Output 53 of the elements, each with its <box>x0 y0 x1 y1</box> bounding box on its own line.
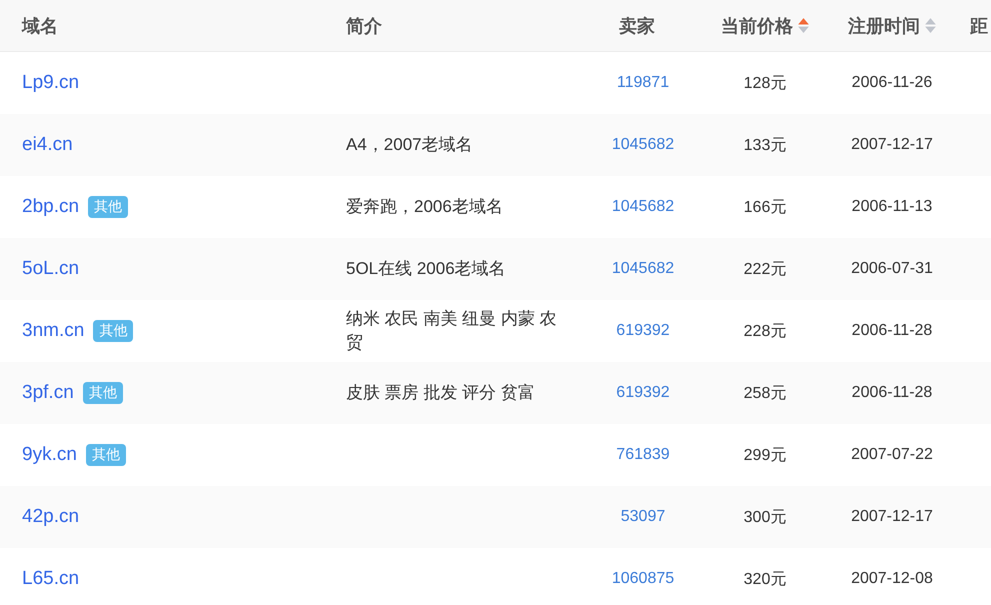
domain-link[interactable]: Lp9.cn <box>22 72 80 94</box>
domain-link[interactable]: 2bp.cn <box>22 196 80 218</box>
seller-link[interactable]: 761839 <box>616 446 670 464</box>
domain-link[interactable]: 5oL.cn <box>22 258 80 280</box>
column-header[interactable]: 当前价格 <box>721 14 793 38</box>
seller-link[interactable]: 1045682 <box>612 136 674 154</box>
seller-link[interactable]: 1060875 <box>612 570 674 588</box>
sort-icon[interactable] <box>798 17 809 34</box>
column-header[interactable]: 距 <box>970 14 988 38</box>
description-text: 爱奔跑，2006老域名 <box>346 196 503 218</box>
description-text: 5OL在线 2006老域名 <box>346 258 506 280</box>
category-tag: 其他 <box>93 320 134 342</box>
price-text: 222元 <box>744 260 786 280</box>
category-tag: 其他 <box>88 196 128 218</box>
domain-link[interactable]: 3nm.cn <box>22 320 84 342</box>
column-header[interactable]: 域名 <box>22 14 58 38</box>
column-header[interactable]: 简介 <box>346 14 382 38</box>
seller-link[interactable]: 119871 <box>616 74 670 92</box>
seller-link[interactable]: 619392 <box>616 384 670 402</box>
seller-link[interactable]: 1045682 <box>612 260 674 278</box>
date-text: 2006-11-28 <box>852 384 932 402</box>
price-text: 133元 <box>744 136 786 156</box>
category-tag: 其他 <box>82 382 123 404</box>
domain-link[interactable]: L65.cn <box>22 568 80 590</box>
domain-link[interactable]: 9yk.cn <box>22 444 77 466</box>
date-text: 2006-11-28 <box>852 322 932 340</box>
date-text: 2007-12-17 <box>851 508 933 526</box>
price-text: 128元 <box>744 74 786 94</box>
seller-link[interactable]: 53097 <box>620 508 666 526</box>
price-text: 299元 <box>744 446 786 466</box>
price-text: 258元 <box>744 384 786 404</box>
column-header[interactable]: 注册时间 <box>848 14 920 38</box>
domain-link[interactable]: 3pf.cn <box>22 382 74 404</box>
description-text: 皮肤 票房 批发 评分 贫富 <box>346 382 535 404</box>
price-text: 300元 <box>744 508 786 528</box>
seller-link[interactable]: 619392 <box>616 322 670 340</box>
category-tag: 其他 <box>86 444 126 466</box>
price-text: 320元 <box>744 570 786 590</box>
date-text: 2007-07-22 <box>851 446 933 464</box>
domain-link[interactable]: ei4.cn <box>22 134 73 156</box>
date-text: 2007-12-17 <box>851 136 933 154</box>
seller-link[interactable]: 1045682 <box>612 198 674 216</box>
domain-link[interactable]: 42p.cn <box>22 506 80 528</box>
price-text: 228元 <box>744 322 786 342</box>
column-header[interactable]: 卖家 <box>619 14 655 38</box>
date-text: 2007-12-08 <box>851 570 933 588</box>
sort-icon[interactable] <box>925 17 936 34</box>
date-text: 2006-07-31 <box>851 260 933 278</box>
price-text: 166元 <box>744 198 786 218</box>
date-text: 2006-11-26 <box>852 74 932 92</box>
date-text: 2006-11-13 <box>852 198 932 216</box>
description-text: 纳米 农民 南美 纽曼 内蒙 农贸 <box>346 308 558 354</box>
description-text: A4，2007老域名 <box>346 134 473 156</box>
